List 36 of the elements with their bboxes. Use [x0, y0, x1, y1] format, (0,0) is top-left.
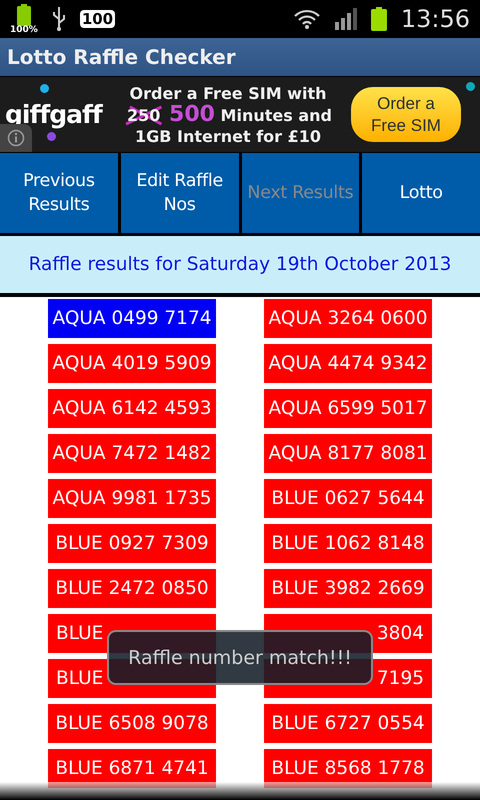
nav-button[interactable]: Previous Results	[0, 153, 118, 233]
nav-button[interactable]: Lotto	[362, 153, 480, 233]
raffle-ticket: AQUA 4019 5909	[48, 344, 216, 383]
info-icon	[7, 129, 25, 147]
raffle-ticket: AQUA 8177 8081	[264, 434, 432, 473]
raffle-ticket: AQUA 9981 1735	[48, 479, 216, 518]
raffle-ticket: BLUE 3982 2669	[264, 569, 432, 608]
battery-icon	[370, 7, 387, 31]
raffle-ticket: AQUA 0499 7174	[48, 299, 216, 338]
app-title: Lotto Raffle Checker	[7, 45, 236, 69]
toast-message: Raffle number match!!!	[107, 630, 373, 685]
raffle-ticket: BLUE 1062 8148	[264, 524, 432, 563]
dot-icon	[40, 84, 49, 93]
usb-icon	[52, 7, 66, 31]
dot-icon	[466, 82, 475, 91]
raffle-ticket: AQUA 7472 1482	[48, 434, 216, 473]
nav-button[interactable]: Edit Raffle Nos	[120, 153, 238, 233]
wifi-icon	[292, 9, 321, 29]
raffle-ticket: BLUE 6508 9078	[48, 704, 216, 743]
raffle-ticket: AQUA 6142 4593	[48, 389, 216, 428]
brand-logo: giffgaff	[4, 100, 104, 129]
clock: 13:56	[400, 5, 470, 33]
raffle-ticket: AQUA 3264 0600	[264, 299, 432, 338]
raffle-ticket: BLUE 2472 0850	[48, 569, 216, 608]
raffle-ticket: BLUE 0627 5644	[264, 479, 432, 518]
raffle-ticket: BLUE 6727 0554	[264, 704, 432, 743]
order-sim-button[interactable]: Order a Free SIM	[351, 87, 461, 142]
signal-icon	[334, 8, 357, 30]
raffle-ticket: AQUA 6599 5017	[264, 389, 432, 428]
raffle-ticket: BLUE 0927 7309	[48, 524, 216, 563]
battery-percent: 100%	[10, 26, 38, 34]
raffle-ticket: AQUA 4474 9342	[264, 344, 432, 383]
dot-icon	[47, 132, 56, 141]
notification-badge: 100	[80, 10, 116, 28]
battery-icon	[16, 4, 31, 26]
results-heading: Raffle results for Saturday 19th October 2013	[0, 233, 480, 297]
